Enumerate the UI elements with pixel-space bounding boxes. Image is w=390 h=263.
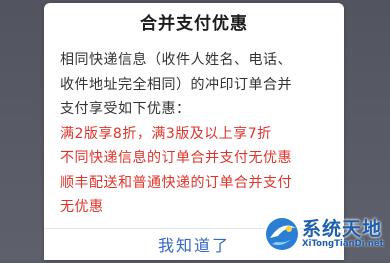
discount-rule-line: 顺丰配送和普通快递的订单合并支付: [60, 171, 334, 196]
body-line: 支付享受如下优惠：: [60, 97, 334, 122]
site-watermark: 系统天地 XiTongTianDi.net: [262, 212, 388, 256]
body-line: 收件地址完全相同）的冲印订单合并: [60, 73, 334, 98]
watermark-url: XiTongTianDi.net: [302, 239, 384, 249]
discount-rule-line: 不同快递信息的订单合并支付无优惠: [60, 146, 334, 171]
dialog-body: 相同快递信息（收件人姓名、电话、 收件地址完全相同）的冲印订单合并 支付享受如下…: [60, 48, 334, 220]
watermark-logo-icon: [262, 214, 302, 254]
watermark-name: 系统天地: [302, 214, 382, 241]
dialog-title: 合并支付优惠: [44, 13, 344, 35]
discount-rule-line: 满2版享8折，满3版及以上享7折: [60, 122, 334, 147]
body-line: 相同快递信息（收件人姓名、电话、: [60, 48, 334, 73]
